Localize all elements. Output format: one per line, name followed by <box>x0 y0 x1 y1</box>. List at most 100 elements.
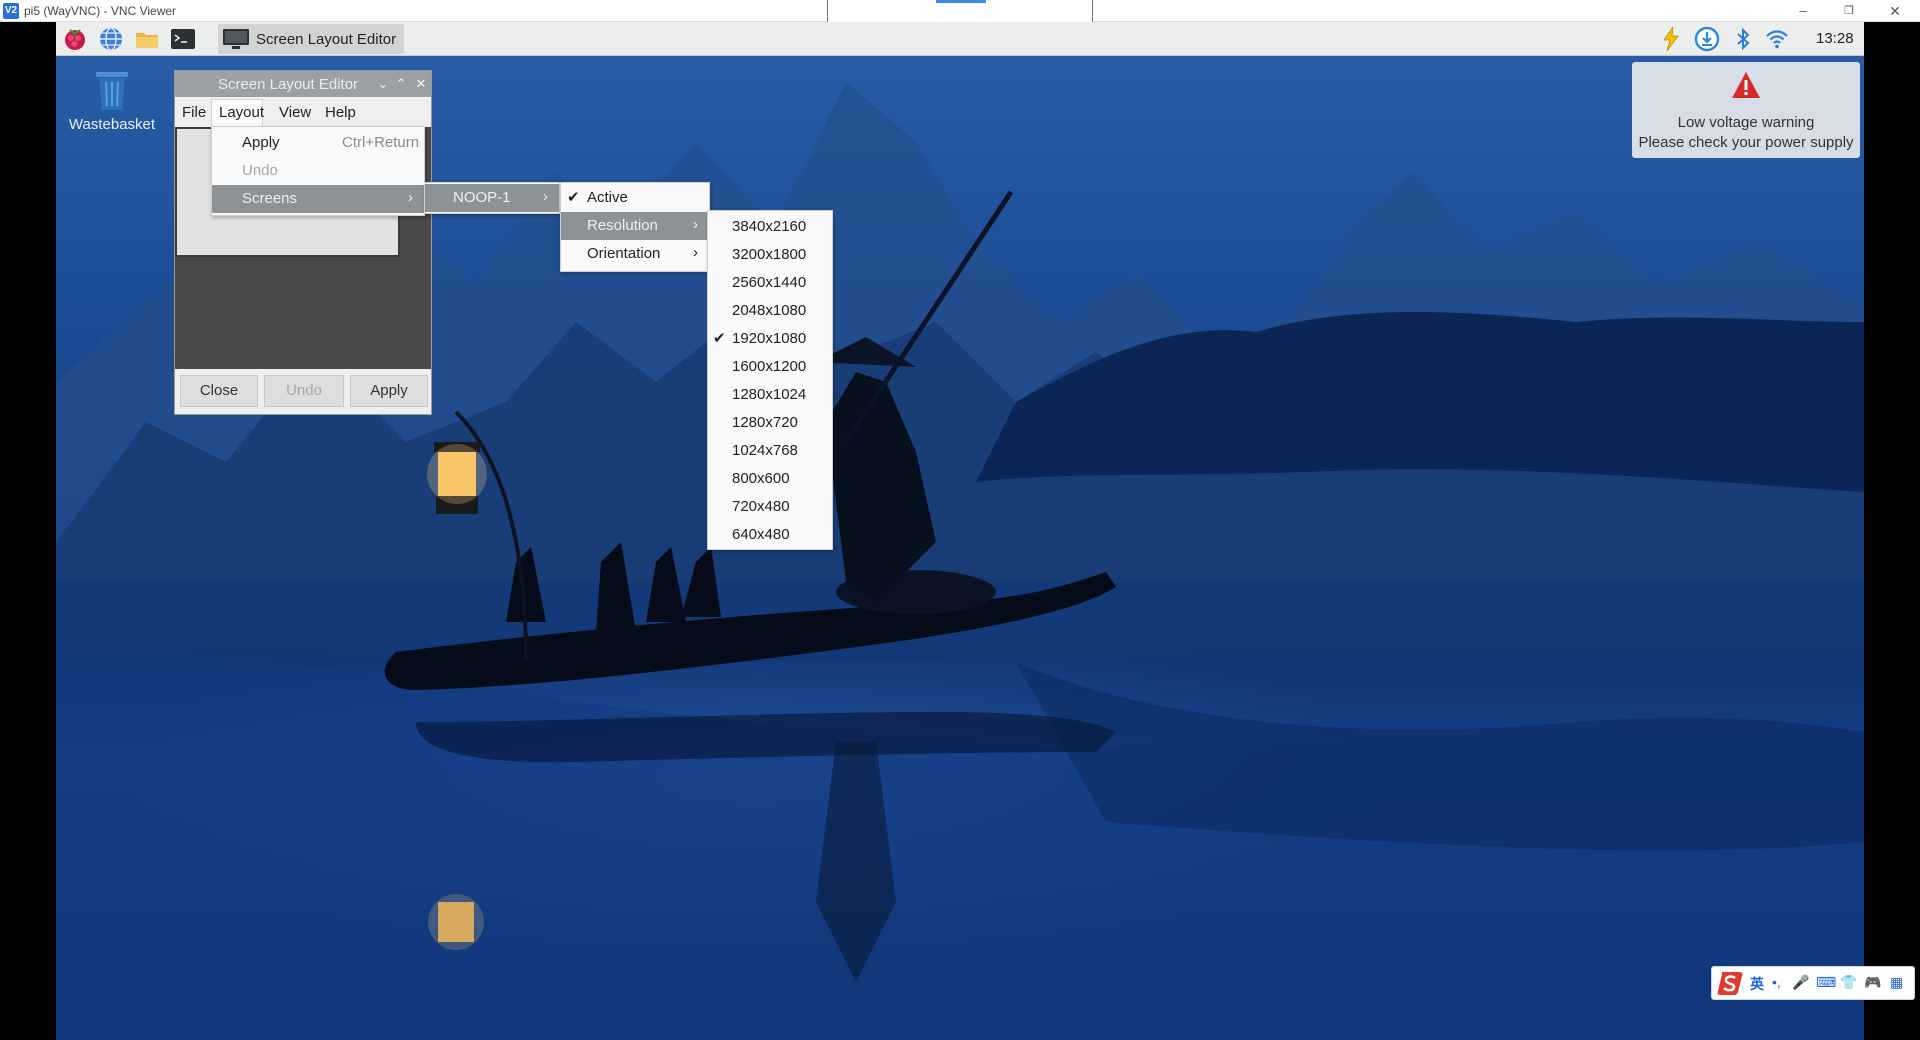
menu-item-label: Active <box>587 189 628 206</box>
resolution-option[interactable]: 2048x1080 <box>708 297 832 325</box>
checkmark-icon: ✔ <box>713 330 726 347</box>
window-close-button[interactable]: ✕ <box>413 75 429 93</box>
file-manager-icon[interactable] <box>134 26 160 52</box>
window-titlebar[interactable]: Screen Layout Editor ⌄ ⌃ ✕ <box>175 71 431 97</box>
resolution-option[interactable]: 2560x1440 <box>708 269 832 297</box>
menu-item-active[interactable]: ✔ Active <box>561 184 709 212</box>
menu-item-label: 2560x1440 <box>732 274 807 291</box>
checkmark-icon: ✔ <box>567 189 580 206</box>
low-voltage-notification[interactable]: Low voltage warning Please check your po… <box>1632 62 1860 158</box>
ime-punctuation-toggle[interactable]: •, <box>1772 974 1781 990</box>
vnc-window-title: pi5 (WayVNC) - VNC Viewer <box>24 4 177 18</box>
resolution-option[interactable]: 720x480 <box>708 493 832 521</box>
wifi-icon[interactable] <box>1764 26 1790 52</box>
taskbar-item-label: Screen Layout Editor <box>256 31 397 48</box>
bluetooth-icon[interactable] <box>1730 26 1756 52</box>
monitor-icon <box>223 29 249 49</box>
menu-item-label: 720x480 <box>732 498 790 515</box>
trash-icon <box>96 72 128 110</box>
notification-message: Please check your power supply <box>1638 134 1854 151</box>
menu-item-label: 3200x1800 <box>732 246 807 263</box>
resolution-option[interactable]: 3200x1800 <box>708 241 832 269</box>
close-button[interactable]: Close <box>180 375 258 407</box>
raspberry-menu-icon[interactable] <box>62 26 88 52</box>
terminal-icon[interactable] <box>170 26 196 52</box>
window-title: Screen Layout Editor <box>217 76 359 93</box>
resolution-option[interactable]: 1024x768 <box>708 437 832 465</box>
updates-icon[interactable] <box>1694 26 1720 52</box>
sogou-ime-logo-icon[interactable] <box>1716 970 1744 996</box>
ime-voice-icon[interactable]: 🎤 <box>1792 974 1809 991</box>
menu-item-orientation[interactable]: Orientation › <box>561 240 709 268</box>
vnc-maximize-button[interactable]: ❐ <box>1826 0 1872 22</box>
menu-item-label: NOOP-1 <box>453 189 511 206</box>
screen-layout-editor-window: Screen Layout Editor ⌄ ⌃ ✕ File Layout V… <box>174 70 432 415</box>
menu-item-noop-1[interactable]: NOOP-1 › <box>425 184 559 212</box>
menu-item-label: Undo <box>242 162 278 179</box>
apply-button[interactable]: Apply <box>350 375 428 407</box>
vnc-close-button[interactable]: ✕ <box>1872 0 1918 22</box>
web-browser-icon[interactable] <box>98 26 124 52</box>
menu-item-apply[interactable]: Apply Ctrl+Return <box>212 129 424 157</box>
menu-item-label: 1280x1024 <box>732 386 807 403</box>
menu-item-label: 1024x768 <box>732 442 798 459</box>
menu-item-undo[interactable]: Undo <box>212 157 424 185</box>
ime-language-toggle[interactable]: 英 <box>1750 974 1764 994</box>
menu-item-label: Screens <box>242 190 298 207</box>
layout-menu: Apply Ctrl+Return Undo Screens › <box>211 126 425 216</box>
undo-button[interactable]: Undo <box>264 375 344 407</box>
resolution-option[interactable]: 640x480 <box>708 521 832 549</box>
vnc-toolbar-indicator <box>936 0 986 3</box>
menu-help[interactable]: Help <box>325 104 356 121</box>
wastebasket-desktop-icon[interactable]: Wastebasket <box>64 64 160 134</box>
resolution-option[interactable]: ✔ 1920x1080 <box>708 325 832 353</box>
low-voltage-icon[interactable] <box>1658 26 1684 52</box>
ime-toolbar: 英 •, 🎤 ⌨ 👕 🎮 ▦ <box>1711 966 1915 1000</box>
menu-item-accelerator: Ctrl+Return <box>342 134 420 151</box>
vnc-viewer-titlebar: V2 pi5 (WayVNC) - VNC Viewer – ❐ ✕ <box>0 0 1920 26</box>
menu-item-resolution[interactable]: Resolution › <box>561 212 709 240</box>
notification-title: Low voltage warning <box>1677 114 1815 131</box>
menu-file[interactable]: File <box>182 104 206 121</box>
ime-game-icon[interactable]: 🎮 <box>1864 974 1881 991</box>
ime-skin-icon[interactable]: 👕 <box>1840 974 1857 991</box>
resolution-option[interactable]: 1600x1200 <box>708 353 832 381</box>
panel-clock[interactable]: 13:28 <box>1816 30 1854 47</box>
resolution-option[interactable]: 1280x720 <box>708 409 832 437</box>
window-minimize-button[interactable]: ⌃ <box>393 75 409 93</box>
button-bar: Close Undo Apply <box>175 369 431 414</box>
remote-desktop[interactable]: Screen Layout Editor 13:28 Wastebasket L… <box>56 22 1864 1040</box>
taskbar-item-screen-layout-editor[interactable]: Screen Layout Editor <box>218 24 404 54</box>
menu-item-label: 1920x1080 <box>732 330 807 347</box>
chevron-right-icon: › <box>693 216 698 233</box>
warning-icon <box>1732 72 1760 98</box>
ime-toolbox-icon[interactable]: ▦ <box>1890 974 1903 991</box>
ime-keyboard-icon[interactable]: ⌨ <box>1816 974 1836 991</box>
resolution-option[interactable]: 1280x1024 <box>708 381 832 409</box>
taskbar-panel: Screen Layout Editor 13:28 <box>56 22 1864 56</box>
menu-item-label: Orientation <box>587 245 661 262</box>
menu-layout[interactable]: Layout <box>219 104 264 121</box>
menu-item-screens[interactable]: Screens › <box>212 185 424 213</box>
window-menu-button[interactable]: ⌄ <box>375 75 391 93</box>
menu-item-label: 2048x1080 <box>732 302 807 319</box>
menu-item-label: 640x480 <box>732 526 790 543</box>
wastebasket-label: Wastebasket <box>68 116 156 133</box>
chevron-right-icon: › <box>693 244 698 261</box>
chevron-right-icon: › <box>408 189 413 206</box>
menu-item-label: Apply <box>242 134 280 151</box>
screens-submenu: NOOP-1 › <box>424 182 560 214</box>
menu-item-label: 800x600 <box>732 470 790 487</box>
menu-view[interactable]: View <box>279 104 311 121</box>
menu-item-label: 1280x720 <box>732 414 798 431</box>
menu-item-label: 1600x1200 <box>732 358 807 375</box>
menu-item-label: Resolution <box>587 217 658 234</box>
menu-item-label: 3840x2160 <box>732 218 807 235</box>
resolution-submenu: 3840x2160 3200x1800 2560x1440 2048x1080 … <box>707 210 833 550</box>
resolution-option[interactable]: 3840x2160 <box>708 213 832 241</box>
menubar: File Layout View Help <box>175 97 431 127</box>
resolution-option[interactable]: 800x600 <box>708 465 832 493</box>
noop-1-submenu: ✔ Active Resolution › Orientation › <box>560 182 710 272</box>
vnc-app-icon: V2 <box>3 3 19 19</box>
vnc-minimize-button[interactable]: – <box>1780 0 1826 22</box>
